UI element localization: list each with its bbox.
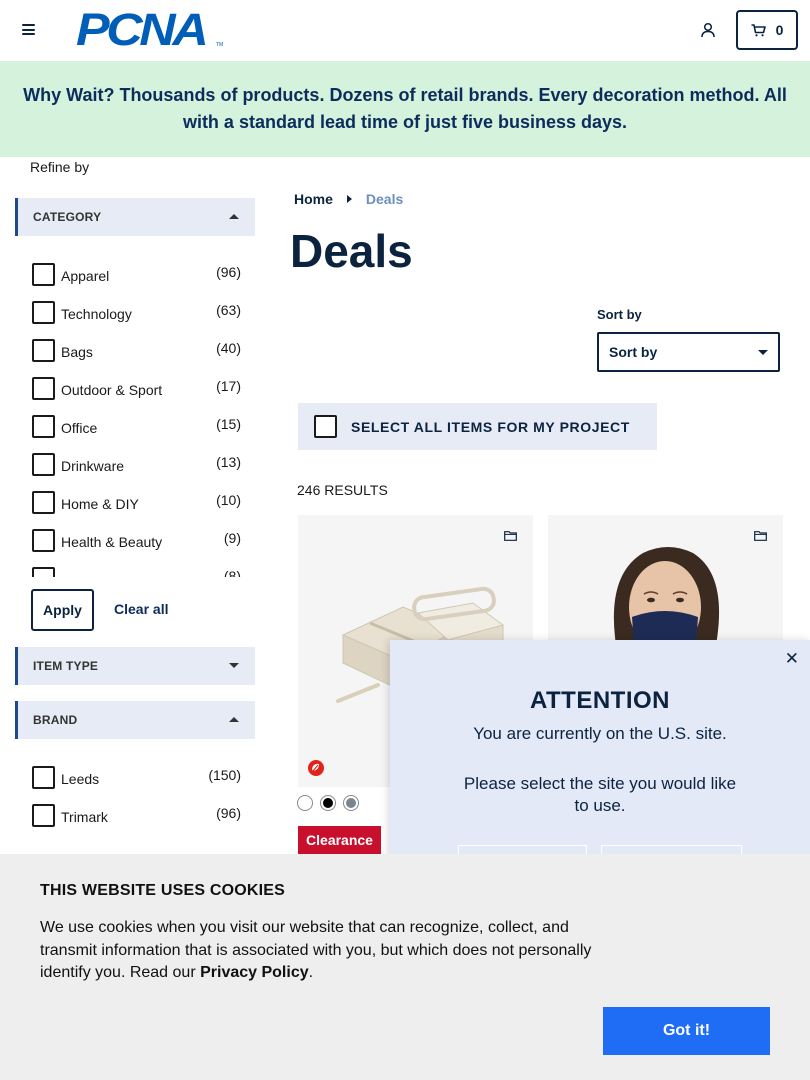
facet-option[interactable]: Trimark (96): [32, 800, 242, 838]
facet-brand-header[interactable]: BRAND: [15, 701, 255, 739]
color-swatch[interactable]: [344, 796, 358, 810]
close-icon[interactable]: ✕: [785, 649, 799, 669]
apply-button[interactable]: Apply: [31, 589, 94, 631]
account-icon[interactable]: [700, 22, 716, 38]
chevron-down-icon: [758, 350, 768, 355]
breadcrumb: Home Deals: [294, 191, 403, 207]
page-title: Deals: [290, 225, 413, 277]
privacy-policy-link[interactable]: Privacy Policy: [200, 964, 309, 981]
facet-option-label: Health & Beauty: [61, 534, 163, 550]
cookie-title: THIS WEBSITE USES COOKIES: [40, 882, 286, 899]
facet-option-count: (40): [216, 340, 241, 356]
facet-option-label: Outdoor & Sport: [61, 382, 163, 398]
facet-option-label: Bags: [61, 344, 93, 360]
promo-banner-text: Why Wait? Thousands of products. Dozens …: [23, 85, 787, 132]
cart-count: 0: [775, 22, 784, 38]
select-all-checkbox[interactable]: [314, 415, 337, 438]
site-header: PCNA TM 0: [0, 0, 810, 61]
facet-checkbox[interactable]: [32, 491, 55, 514]
sort-select[interactable]: Sort by: [597, 332, 780, 372]
color-swatch[interactable]: [298, 796, 312, 810]
modal-title: ATTENTION: [529, 687, 671, 714]
facet-option[interactable]: Leeds (150): [32, 762, 242, 800]
clear-all-link[interactable]: Clear all: [114, 601, 168, 617]
facet-checkbox[interactable]: [32, 339, 55, 362]
clearance-badge: Clearance: [298, 826, 381, 854]
folder-icon[interactable]: [504, 531, 517, 541]
facet-option[interactable]: Outdoor & Sport (17): [32, 373, 242, 411]
sort-label: Sort by: [597, 307, 642, 322]
facet-option-count: (15): [216, 416, 241, 432]
breadcrumb-current: Deals: [365, 191, 404, 207]
facet-option-label: Drinkware: [61, 458, 125, 474]
facet-option-count: (96): [216, 805, 241, 821]
facet-option[interactable]: Drinkware (13): [32, 449, 242, 487]
facet-option-count: (150): [208, 767, 241, 783]
facet-checkbox[interactable]: [32, 301, 55, 324]
cookie-accept-button[interactable]: Got it!: [603, 1007, 770, 1055]
facet-option[interactable]: (8): [32, 563, 242, 577]
facet-option[interactable]: Apparel (96): [32, 259, 242, 297]
caret-up-icon: [229, 717, 239, 722]
facet-checkbox[interactable]: [32, 766, 55, 789]
facet-option[interactable]: Health & Beauty (9): [32, 525, 242, 563]
facet-option[interactable]: Bags (40): [32, 335, 242, 373]
facet-item-type-header[interactable]: ITEM TYPE: [15, 647, 255, 685]
select-all-items[interactable]: SELECT ALL ITEMS FOR MY PROJECT: [298, 403, 657, 450]
refine-by-label: Refine by: [30, 159, 90, 175]
facet-checkbox[interactable]: [32, 415, 55, 438]
facet-option-label: Home & DIY: [61, 496, 139, 512]
sustainability-icon: [308, 760, 324, 776]
breadcrumb-arrow-icon: [346, 195, 352, 203]
facet-option-label: Leeds: [61, 771, 100, 787]
cookie-banner: THIS WEBSITE USES COOKIES We use cookies…: [0, 854, 810, 1080]
facet-option-label: Technology: [61, 306, 132, 322]
facet-option-count: (13): [216, 454, 241, 470]
caret-down-icon: [229, 663, 239, 668]
category-facet-list: Apparel (96) Technology (63) Bags (40) Outdoor…: [32, 259, 242, 577]
facet-checkbox[interactable]: [32, 804, 55, 827]
face-mask-model-image: [613, 547, 720, 645]
facet-option-label: Trimark: [61, 809, 108, 825]
facet-category-header[interactable]: CATEGORY: [15, 198, 255, 236]
color-swatch[interactable]: [321, 796, 335, 810]
facet-checkbox[interactable]: [32, 453, 55, 476]
modal-message: You are currently on the U.S. site.: [473, 724, 727, 743]
facet-checkbox[interactable]: [32, 377, 55, 400]
promo-banner: Why Wait? Thousands of products. Dozens …: [0, 61, 810, 157]
caret-up-icon: [229, 214, 239, 219]
facet-checkbox[interactable]: [32, 529, 55, 552]
cookie-message: We use cookies when you visit our websit…: [40, 919, 592, 981]
facet-option-label: Office: [61, 420, 98, 436]
cart-icon: [751, 23, 766, 36]
facet-option[interactable]: Home & DIY (10): [32, 487, 242, 525]
brand-facet-list: Leeds (150) Trimark (96): [32, 762, 242, 842]
facet-option-count: (8): [223, 568, 241, 577]
results-count: 246 RESULTS: [297, 482, 388, 498]
facet-option-label: Apparel: [61, 268, 110, 284]
site-selection-modal: ✕ ATTENTION You are currently on the U.S…: [390, 640, 810, 875]
facet-option[interactable]: Technology (63): [32, 297, 242, 335]
cart-button[interactable]: 0: [736, 10, 798, 50]
facet-checkbox[interactable]: [32, 567, 55, 577]
facet-option[interactable]: Office (15): [32, 411, 242, 449]
facet-option-count: (96): [216, 264, 241, 280]
facet-option-count: (10): [216, 492, 241, 508]
modal-instruction: Please select the site you would like to…: [463, 774, 737, 815]
facet-option-count: (17): [216, 378, 241, 394]
facet-option-count: (63): [216, 302, 241, 318]
facet-checkbox[interactable]: [32, 263, 55, 286]
pcna-logo[interactable]: PCNA TM: [76, 7, 223, 52]
menu-icon[interactable]: [22, 24, 35, 35]
folder-icon[interactable]: [754, 531, 767, 541]
facet-option-count: (9): [223, 530, 241, 546]
breadcrumb-home[interactable]: Home: [294, 191, 333, 207]
color-swatches: [298, 796, 358, 810]
